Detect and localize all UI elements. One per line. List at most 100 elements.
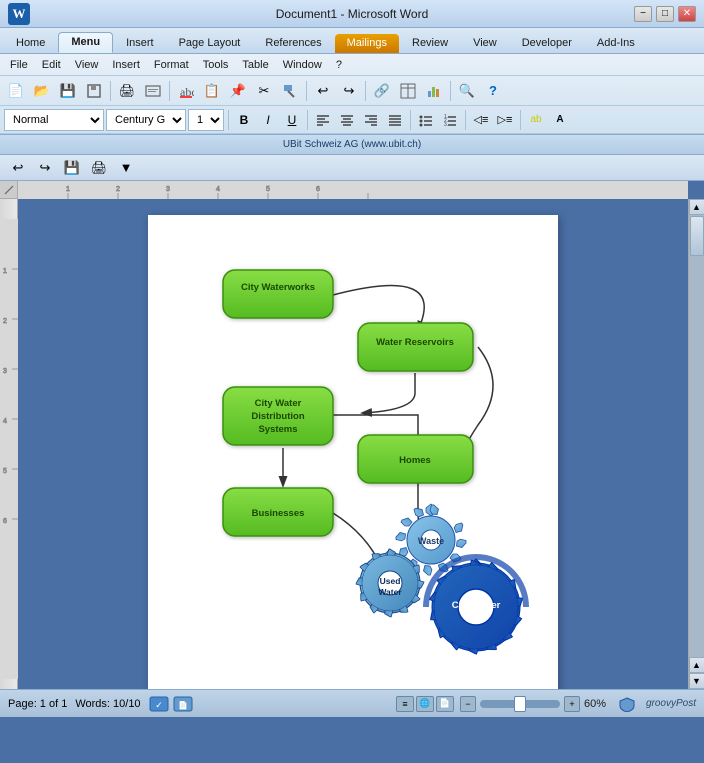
- style-select[interactable]: Normal: [4, 109, 104, 131]
- highlight-button[interactable]: ab: [525, 109, 547, 131]
- tab-mailings[interactable]: Mailings: [335, 34, 399, 53]
- print-button[interactable]: 🖨: [115, 79, 139, 103]
- tab-home[interactable]: Home: [4, 34, 57, 53]
- svg-text:Systems: Systems: [258, 424, 297, 435]
- tab-add-ins[interactable]: Add-Ins: [585, 34, 647, 53]
- tab-view[interactable]: View: [461, 34, 509, 53]
- print-preview-button[interactable]: [141, 79, 165, 103]
- print-view-button[interactable]: 📄: [436, 696, 454, 712]
- menu-insert[interactable]: Insert: [106, 57, 146, 73]
- svg-text:4: 4: [216, 186, 220, 193]
- tab-page-layout[interactable]: Page Layout: [167, 34, 253, 53]
- separator-fmt-2: [307, 110, 308, 130]
- web-view-button[interactable]: 🌐: [416, 696, 434, 712]
- menu-help[interactable]: ?: [330, 57, 348, 73]
- svg-text:2: 2: [116, 186, 120, 193]
- zoom-button[interactable]: 🔍: [455, 79, 479, 103]
- qa-save-button[interactable]: 💾: [60, 156, 84, 180]
- qa-redo-button[interactable]: ↪: [33, 156, 57, 180]
- groovypost-label: groovyPost: [646, 698, 696, 709]
- status-icons: ✓ 📄: [149, 695, 193, 713]
- separator-5: [450, 81, 451, 101]
- save-as-button[interactable]: [82, 79, 106, 103]
- vertical-scrollbar[interactable]: ▲ ▲ ▼: [688, 199, 704, 689]
- minimize-button[interactable]: −: [634, 6, 652, 22]
- vertical-ruler: 1 2 3 4 5 6: [0, 199, 18, 689]
- format-painter-button[interactable]: [278, 79, 302, 103]
- close-button[interactable]: ✕: [678, 6, 696, 22]
- redo-button[interactable]: ↪: [337, 79, 361, 103]
- scroll-track[interactable]: [689, 215, 704, 657]
- cut-button[interactable]: ✂: [252, 79, 276, 103]
- zoom-in-button[interactable]: +: [564, 696, 580, 712]
- numbering-button[interactable]: 1.2.3.: [439, 109, 461, 131]
- scroll-up-button[interactable]: ▲: [689, 199, 704, 215]
- menu-file[interactable]: File: [4, 57, 34, 73]
- svg-text:1: 1: [3, 268, 7, 275]
- svg-text:Distribution: Distribution: [251, 411, 304, 422]
- svg-text:3: 3: [3, 368, 7, 375]
- open-button[interactable]: 📂: [30, 79, 54, 103]
- svg-text:Water: Water: [378, 587, 402, 597]
- tab-review[interactable]: Review: [400, 34, 460, 53]
- help-button[interactable]: ?: [481, 79, 505, 103]
- tab-menu[interactable]: Menu: [58, 32, 113, 53]
- menu-view[interactable]: View: [69, 57, 105, 73]
- scroll-down-button-1[interactable]: ▲: [689, 657, 704, 673]
- align-center-button[interactable]: [336, 109, 358, 131]
- bullets-button[interactable]: [415, 109, 437, 131]
- decrease-indent-button[interactable]: ◁≡: [470, 109, 492, 131]
- ruler-scroll-spacer: [688, 181, 704, 199]
- qa-print-button[interactable]: 🖨: [87, 156, 111, 180]
- ruler-row: 1 2 3 4 5 6: [0, 181, 704, 199]
- vertical-ruler-marks: 1 2 3 4 5 6: [0, 219, 18, 679]
- zoom-slider-thumb[interactable]: [514, 696, 526, 712]
- save-button[interactable]: 💾: [56, 79, 80, 103]
- scroll-thumb[interactable]: [690, 216, 704, 256]
- tab-developer[interactable]: Developer: [510, 34, 584, 53]
- city-sewer-gear: City Sewer: [426, 557, 526, 657]
- zoom-slider[interactable]: [480, 700, 560, 708]
- doc-icon: 📄: [173, 695, 193, 713]
- svg-text:1: 1: [66, 186, 70, 193]
- undo-button[interactable]: ↩: [311, 79, 335, 103]
- font-color-button[interactable]: A: [549, 109, 571, 131]
- menu-window[interactable]: Window: [277, 57, 328, 73]
- align-right-button[interactable]: [360, 109, 382, 131]
- menu-format[interactable]: Format: [148, 57, 195, 73]
- font-select[interactable]: Century Goth: [106, 109, 186, 131]
- copy-button[interactable]: 📋: [200, 79, 224, 103]
- underline-button[interactable]: U: [281, 109, 303, 131]
- new-button[interactable]: 📄: [4, 79, 28, 103]
- zoom-control: − + 60%: [460, 696, 612, 712]
- paste-button[interactable]: 📌: [226, 79, 250, 103]
- bold-button[interactable]: B: [233, 109, 255, 131]
- table-button[interactable]: [396, 79, 420, 103]
- quick-access-bar: ↩ ↪ 💾 🖨 ▼: [0, 155, 704, 181]
- align-justify-button[interactable]: [384, 109, 406, 131]
- status-left: Page: 1 of 1 Words: 10/10 ✓ 📄: [8, 695, 386, 713]
- menu-tools[interactable]: Tools: [197, 57, 235, 73]
- size-select[interactable]: 11: [188, 109, 224, 131]
- increase-indent-button[interactable]: ▷≡: [494, 109, 516, 131]
- svg-text:Used: Used: [380, 576, 401, 586]
- qa-undo-button[interactable]: ↩: [6, 156, 30, 180]
- maximize-button[interactable]: □: [656, 6, 674, 22]
- italic-button[interactable]: I: [257, 109, 279, 131]
- qa-options-button[interactable]: ▼: [114, 156, 138, 180]
- hyperlink-button[interactable]: 🔗: [370, 79, 394, 103]
- scroll-down-button-2[interactable]: ▼: [689, 673, 704, 689]
- normal-view-button[interactable]: ≡: [396, 696, 414, 712]
- page-indicator: Page: 1 of 1: [8, 698, 67, 710]
- separator-3: [306, 81, 307, 101]
- tab-insert[interactable]: Insert: [114, 34, 166, 53]
- zoom-out-button[interactable]: −: [460, 696, 476, 712]
- menu-edit[interactable]: Edit: [36, 57, 67, 73]
- svg-text:6: 6: [3, 518, 7, 525]
- diagram-svg: City Waterworks Water Reservoirs City Wa…: [168, 235, 538, 689]
- align-left-button[interactable]: [312, 109, 334, 131]
- menu-table[interactable]: Table: [236, 57, 274, 73]
- tab-references[interactable]: References: [253, 34, 333, 53]
- spell-check-button[interactable]: abc: [174, 79, 198, 103]
- chart-button[interactable]: [422, 79, 446, 103]
